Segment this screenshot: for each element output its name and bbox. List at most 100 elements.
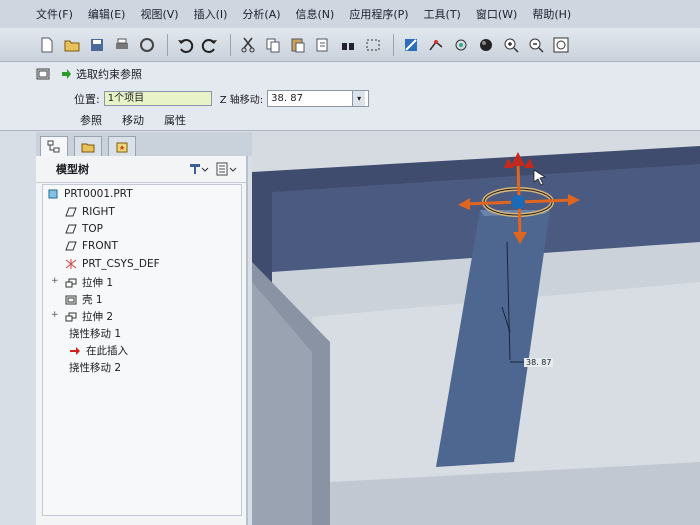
- email-button[interactable]: [136, 34, 158, 56]
- cut-button[interactable]: [237, 34, 259, 56]
- tree-columns-icon[interactable]: [216, 162, 238, 176]
- tab-favorites[interactable]: [108, 136, 136, 156]
- tab-references[interactable]: 参照: [80, 112, 102, 128]
- tree-root-node[interactable]: PRT0001.PRT: [47, 188, 133, 200]
- position-label: 位置:: [74, 92, 100, 106]
- axis-move-label: Z 轴移动:: [219, 95, 264, 106]
- save-icon: [91, 38, 103, 51]
- spin-center-icon: [429, 39, 443, 50]
- tree-item-flex-move-1[interactable]: 挠性移动 1: [69, 326, 121, 341]
- dashboard-prompt: 选取约束参照: [36, 66, 142, 82]
- print-button[interactable]: [111, 34, 133, 56]
- menu-edit[interactable]: 编辑(E): [88, 6, 126, 22]
- paste-button[interactable]: [287, 34, 309, 56]
- tree-item-label: RIGHT: [82, 206, 115, 218]
- find-icon: [342, 42, 354, 50]
- new-button[interactable]: [36, 34, 58, 56]
- expand-icon[interactable]: +: [51, 310, 59, 320]
- position-collector[interactable]: 1个项目: [103, 91, 212, 106]
- favorites-icon: [116, 142, 128, 152]
- menu-tools[interactable]: 工具(T): [424, 6, 461, 22]
- shell-icon: [65, 295, 77, 305]
- tree-item-front[interactable]: FRONT: [65, 240, 118, 252]
- toolbar-separator: [230, 33, 231, 56]
- menu-file[interactable]: 文件(F): [36, 6, 73, 22]
- menu-window[interactable]: 窗口(W): [476, 6, 517, 22]
- datum-plane-icon: [65, 224, 77, 234]
- open-icon: [64, 40, 80, 51]
- repaint-button[interactable]: [400, 34, 422, 56]
- model-geometry: [252, 146, 700, 525]
- copy-button[interactable]: [262, 34, 284, 56]
- dimension-label[interactable]: 38. 87: [524, 358, 554, 367]
- select-box-button[interactable]: [362, 34, 384, 56]
- feature-dashboard: 选取约束参照 位置: 1个项目 Z 轴移动: 38. 87 ▾ 参照 移动 属性: [0, 62, 700, 131]
- tree-settings-icon[interactable]: [188, 162, 210, 176]
- regenerate-icon: [316, 38, 328, 51]
- axis-move-value: 38. 87: [271, 93, 303, 104]
- part-icon: [47, 189, 59, 199]
- tab-properties[interactable]: 属性: [164, 112, 186, 128]
- tree-item-csys[interactable]: PRT_CSYS_DEF: [65, 258, 160, 270]
- graphics-window[interactable]: 38. 87: [252, 132, 700, 525]
- chevron-down-icon[interactable]: ▾: [352, 91, 366, 106]
- tab-folder-browser[interactable]: [74, 136, 102, 156]
- refit-button[interactable]: [550, 34, 572, 56]
- menu-bar: 文件(F) 编辑(E) 视图(V) 插入(I) 分析(A) 信息(N) 应用程序…: [0, 0, 700, 28]
- tab-move[interactable]: 移动: [122, 112, 144, 128]
- orient-button[interactable]: [450, 34, 472, 56]
- screen: 文件(F) 编辑(E) 视图(V) 插入(I) 分析(A) 信息(N) 应用程序…: [0, 0, 700, 525]
- redo-icon: [201, 38, 217, 53]
- model-tree-tools: [188, 162, 238, 176]
- arrow-right-icon: [62, 69, 71, 79]
- new-icon: [41, 37, 53, 52]
- menu-analysis[interactable]: 分析(A): [242, 6, 280, 22]
- repaint-icon: [405, 38, 417, 51]
- zoom-in-button[interactable]: [500, 34, 522, 56]
- tree-item-top[interactable]: TOP: [65, 223, 103, 235]
- extrude-icon: [65, 312, 77, 322]
- display-style-icon: [480, 38, 492, 51]
- tree-item-label: 挠性移动 2: [69, 362, 122, 374]
- refit-icon: [553, 37, 569, 52]
- navigator-tabs: [36, 132, 252, 156]
- model-tree: PRT0001.PRT RIGHT TOP FRONT PRT_CSYS_DEF…: [42, 184, 242, 516]
- model-tree-header: 模型树: [36, 156, 246, 183]
- tab-model-tree[interactable]: [40, 136, 68, 156]
- toolbar-separator: [393, 33, 394, 56]
- spin-center-button[interactable]: [425, 34, 447, 56]
- model-tree-title: 模型树: [56, 163, 89, 176]
- paste-icon: [291, 38, 305, 52]
- tree-item-flex-move-2[interactable]: 挠性移动 2: [69, 360, 121, 375]
- dashboard-title: 选取约束参照: [76, 68, 142, 81]
- tree-item-extrude-2[interactable]: 拉伸 2: [65, 309, 113, 324]
- expand-icon[interactable]: +: [51, 276, 59, 286]
- orient-icon: [455, 39, 467, 50]
- menu-applications[interactable]: 应用程序(P): [349, 6, 408, 22]
- axis-move-input[interactable]: 38. 87 ▾: [267, 90, 370, 107]
- zoom-out-button[interactable]: [525, 34, 547, 56]
- tree-item-insert-here[interactable]: 在此插入: [69, 343, 128, 358]
- tree-item-right[interactable]: RIGHT: [65, 206, 115, 218]
- datum-plane-icon: [65, 241, 77, 251]
- tree-item-label: 在此插入: [86, 345, 128, 357]
- menu-info[interactable]: 信息(N): [296, 6, 335, 22]
- undo-button[interactable]: [174, 34, 196, 56]
- display-style-button[interactable]: [475, 34, 497, 56]
- find-button[interactable]: [337, 34, 359, 56]
- redo-button[interactable]: [199, 34, 221, 56]
- model-tree-icon: [47, 140, 60, 152]
- tree-item-shell-1[interactable]: 壳 1: [65, 292, 103, 307]
- undo-icon: [178, 38, 194, 53]
- regenerate-button[interactable]: [312, 34, 334, 56]
- copy-icon: [266, 38, 280, 52]
- save-button[interactable]: [86, 34, 108, 56]
- menu-help[interactable]: 帮助(H): [532, 6, 571, 22]
- open-button[interactable]: [61, 34, 83, 56]
- menu-insert[interactable]: 插入(I): [194, 6, 228, 22]
- tree-item-extrude-1[interactable]: 拉伸 1: [65, 275, 113, 290]
- select-box-icon: [366, 39, 380, 50]
- tree-item-label: 拉伸 2: [82, 311, 114, 323]
- menu-view[interactable]: 视图(V): [140, 6, 178, 22]
- tree-item-label: 壳 1: [82, 294, 103, 306]
